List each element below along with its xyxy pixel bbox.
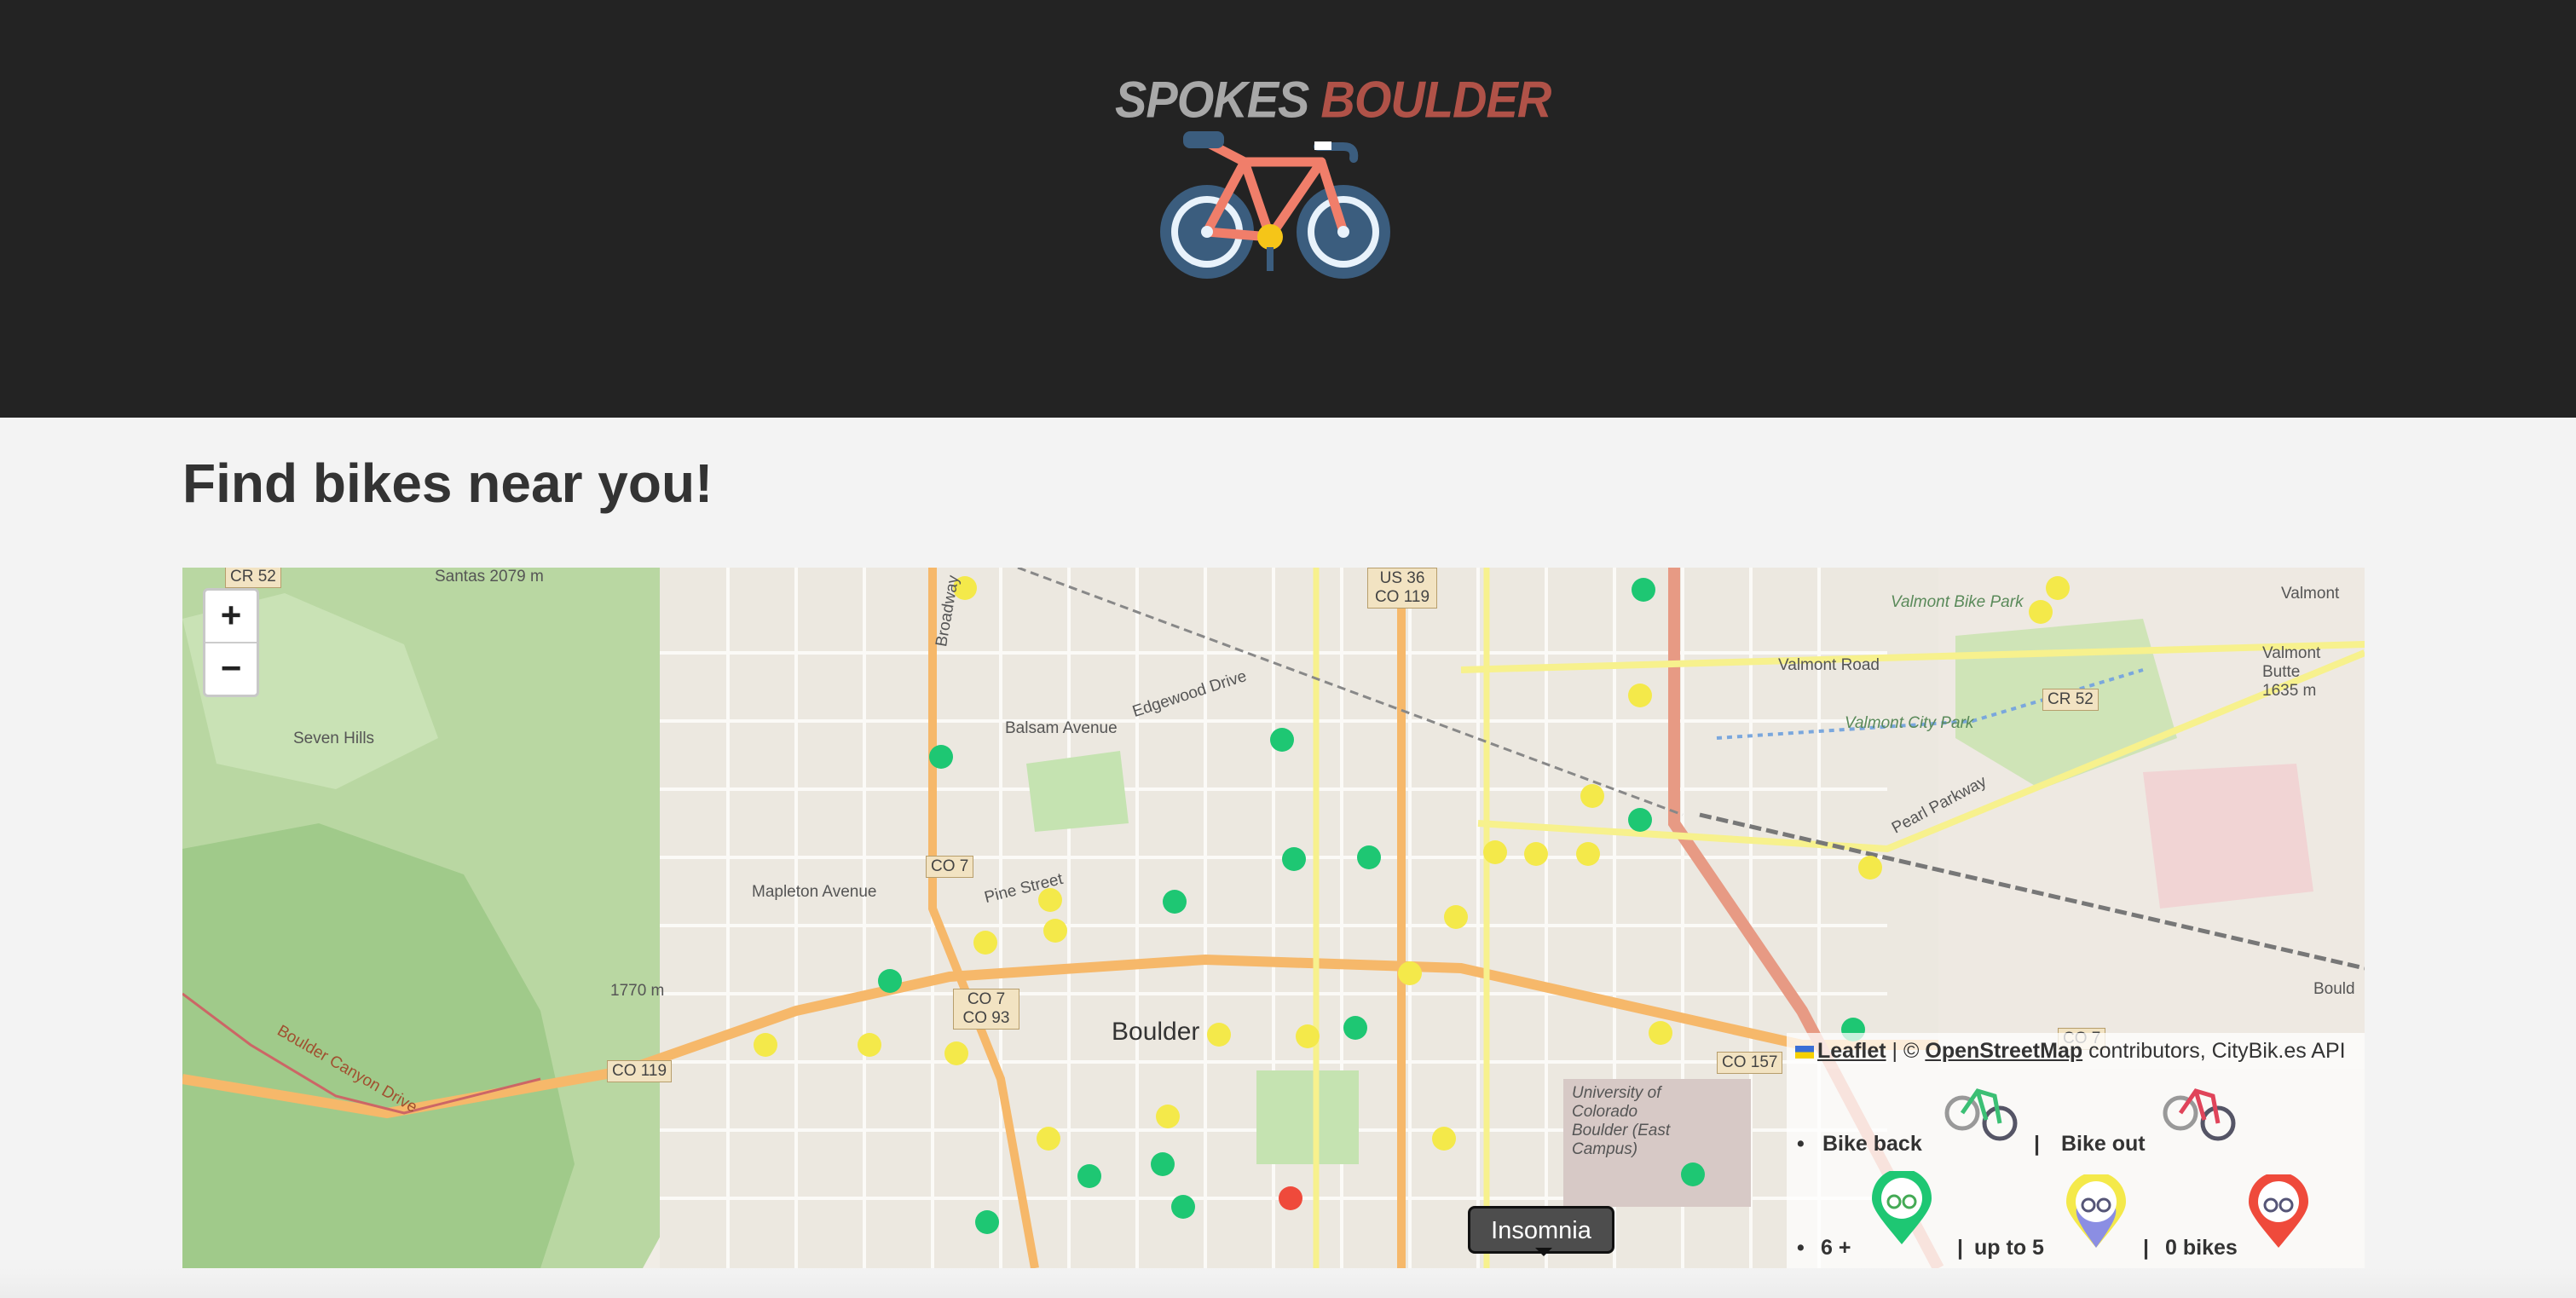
zoom-out-button[interactable]: −: [205, 643, 257, 695]
road-shield: US 36 CO 119: [1367, 568, 1437, 609]
map-label-valmont: Valmont: [2281, 585, 2340, 603]
map-legend: • Bike back | Bike out • 6 + | up to 5 |…: [1787, 1069, 2365, 1268]
legend-level-mid: up to 5: [1974, 1236, 2044, 1260]
legend-divider: |: [2143, 1236, 2149, 1260]
map-label-santas: Santas 2079 m: [435, 568, 544, 586]
main-content: Find bikes near you! Seven Hills Balsam …: [142, 418, 2433, 1298]
bike-out-icon: [2163, 1088, 2236, 1141]
attribution-rest: contributors, CityBik.es API: [2088, 1039, 2346, 1063]
legend-level-high: 6 +: [1821, 1236, 1851, 1260]
osm-link[interactable]: OpenStreetMap: [1925, 1039, 2082, 1063]
site-header: SPOKES BOULDER: [0, 0, 2576, 418]
map-label-valmont-park: Valmont City Park: [1845, 714, 1974, 732]
map-label-seven-hills: Seven Hills: [293, 730, 375, 747]
map-city-label: Boulder: [1112, 1018, 1200, 1046]
road-shield: CR 52: [225, 568, 281, 588]
legend-bike-back: Bike back: [1822, 1132, 1922, 1156]
legend-bullet: •: [1797, 1132, 1805, 1156]
bike-map[interactable]: Seven Hills Balsam Avenue Mapleton Avenu…: [182, 568, 2365, 1268]
zoom-control: + −: [203, 588, 259, 697]
legend-bullet: •: [1797, 1236, 1805, 1260]
marker-green-icon: [1872, 1171, 1932, 1244]
map-label-elevation: 1770 m: [610, 982, 665, 1000]
attribution-separator: | ©: [1892, 1039, 1920, 1063]
map-attribution: Leaflet | © OpenStreetMap contributors, …: [1787, 1033, 2365, 1069]
zoom-in-button[interactable]: +: [205, 591, 257, 643]
map-label-mapleton: Mapleton Avenue: [752, 883, 877, 901]
bike-back-icon: [1944, 1088, 2018, 1141]
road-shield: CO 7: [926, 856, 974, 878]
logo-wordmark[interactable]: SPOKES BOULDER: [1115, 69, 1551, 129]
leaflet-link[interactable]: Leaflet: [1817, 1039, 1886, 1063]
map-label-valmont-butte: Valmont Butte 1635 m: [2262, 644, 2321, 700]
logo-word-boulder: BOULDER: [1320, 70, 1551, 129]
marker-yellow-icon: [2066, 1174, 2126, 1248]
legend-bike-out: Bike out: [2061, 1132, 2146, 1156]
legend-level-empty: 0 bikes: [2165, 1236, 2238, 1260]
page-bottom-fade: [0, 1268, 2576, 1298]
road-shield: CO 7 CO 93: [953, 989, 1019, 1030]
map-label-university: University of Colorado Boulder (East Cam…: [1572, 1084, 1671, 1158]
map-label-valmont-bike-park: Valmont Bike Park: [1891, 593, 2024, 611]
ukraine-flag-icon: [1795, 1045, 1814, 1059]
road-shield: CO 119: [607, 1060, 673, 1082]
station-tooltip: Insomnia: [1468, 1206, 1614, 1256]
bike-logo-icon: [1160, 131, 1390, 279]
marker-red-icon: [2249, 1174, 2308, 1248]
road-shield: CR 52: [2042, 689, 2099, 711]
legend-divider: |: [1957, 1236, 1963, 1260]
map-label-bould: Bould: [2313, 980, 2355, 998]
page-title: Find bikes near you!: [182, 453, 713, 514]
road-shield: CO 157: [1717, 1052, 1783, 1074]
legend-divider: |: [2034, 1132, 2040, 1156]
map-label-balsam: Balsam Avenue: [1005, 719, 1118, 737]
map-label-valmont-road: Valmont Road: [1778, 656, 1880, 674]
logo-word-spokes: SPOKES: [1115, 70, 1309, 129]
